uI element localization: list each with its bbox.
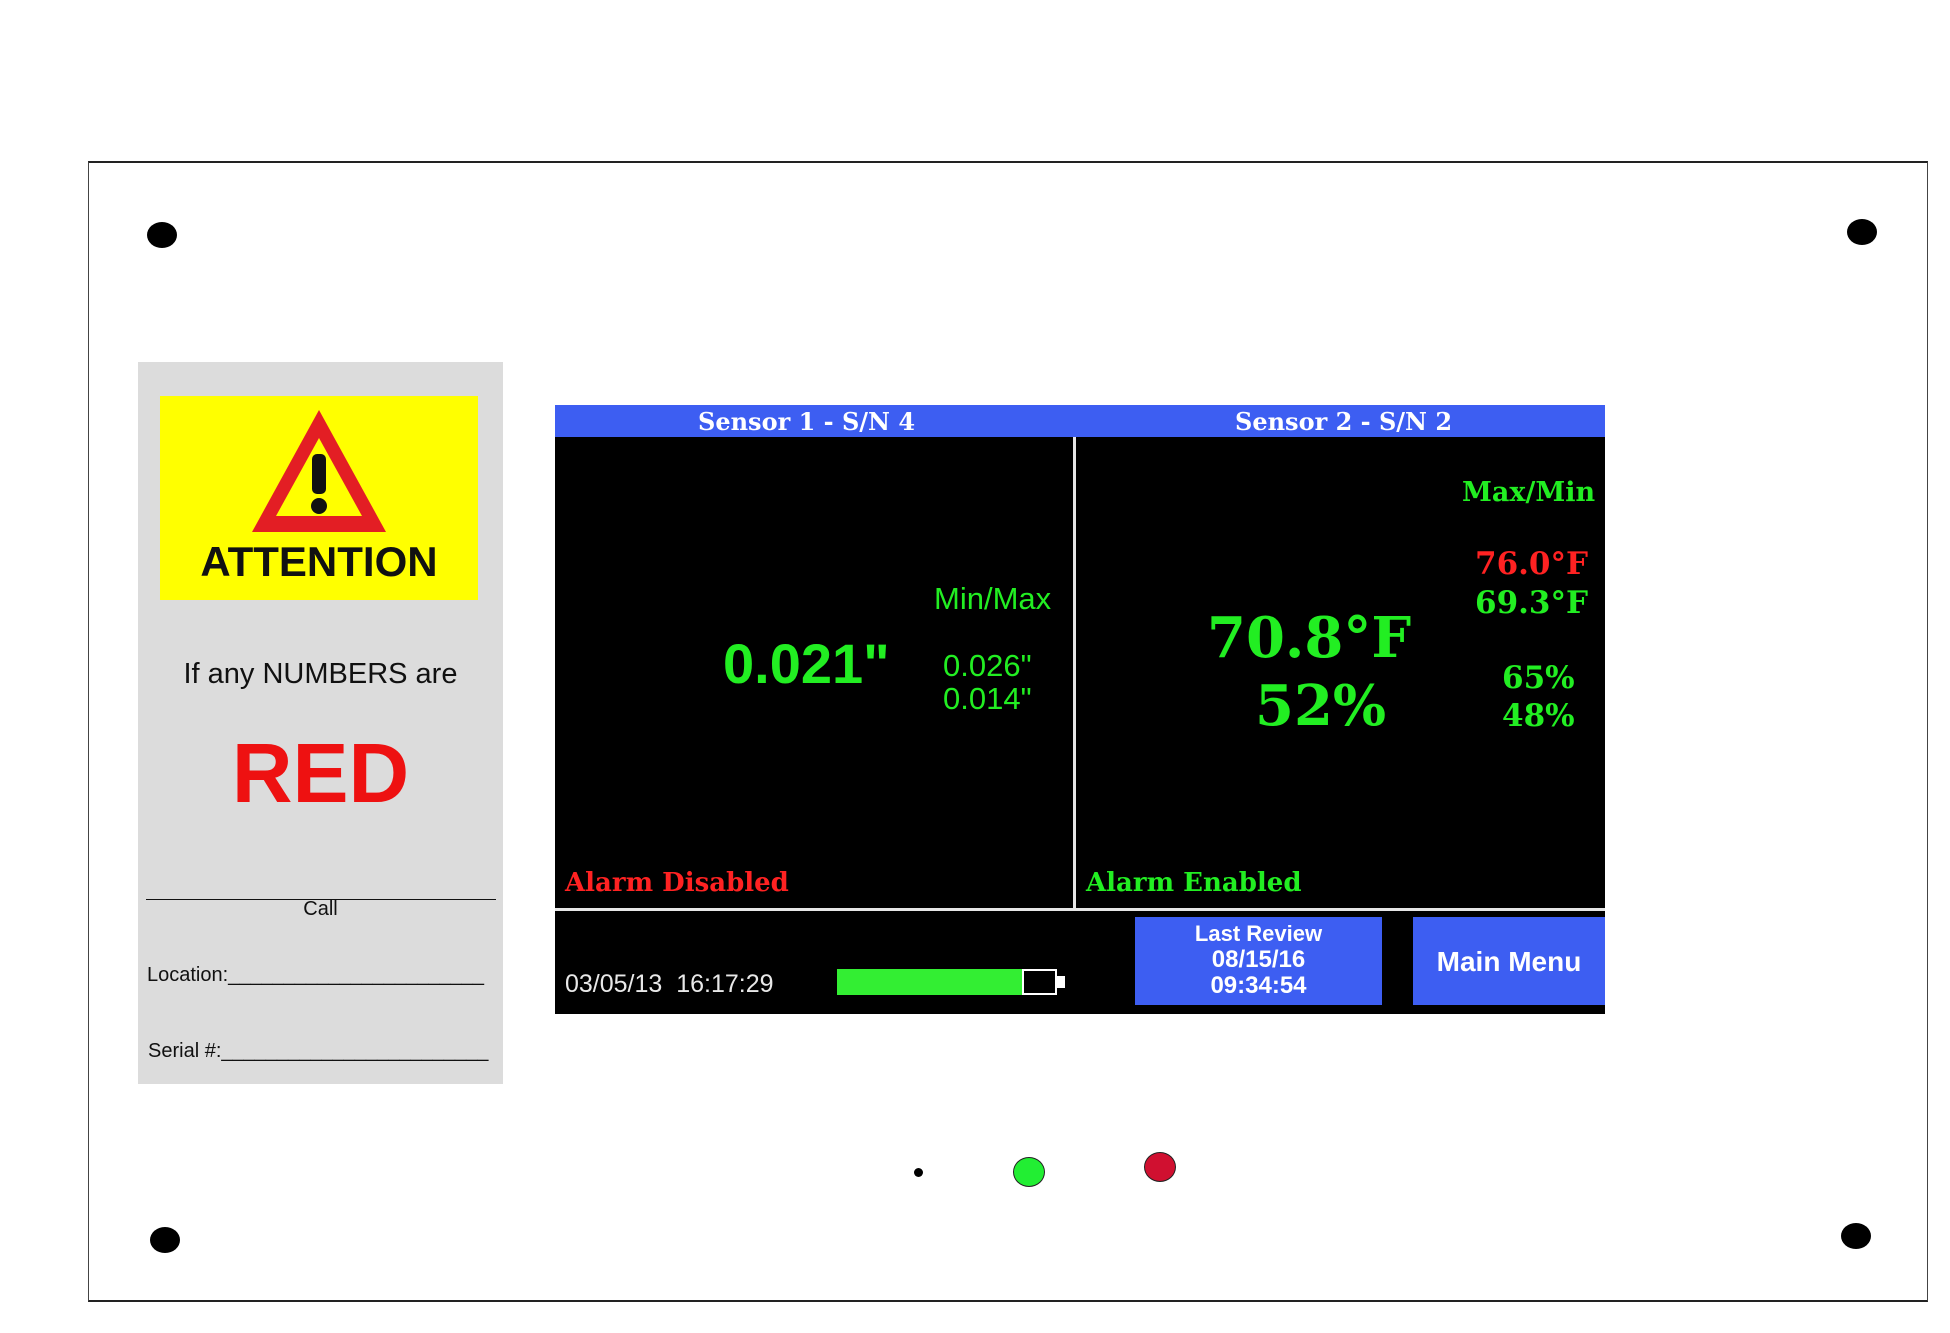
sensor1-alarm-status: Alarm Disabled bbox=[565, 868, 789, 898]
battery-empty-segment bbox=[1022, 969, 1057, 995]
last-review-date: 08/15/16 bbox=[1211, 946, 1306, 973]
sensor1-reading: 0.021" bbox=[723, 632, 890, 695]
warning-triangle-icon bbox=[252, 410, 386, 532]
sensor-divider bbox=[1073, 437, 1076, 910]
warning-label: ATTENTION bbox=[160, 396, 478, 600]
sensor1-min-value: 0.014" bbox=[943, 681, 1032, 716]
display-screen: Sensor 1 - S/N 4 Sensor 2 - S/N 2 Min/Ma… bbox=[555, 405, 1605, 1014]
sensor2-alarm-status: Alarm Enabled bbox=[1086, 868, 1302, 898]
sensor1-minmax-label: Min/Max bbox=[934, 581, 1052, 616]
sensor2-temp-max: 76.0°F bbox=[1475, 546, 1589, 582]
sensor2-humidity: 52% bbox=[1255, 673, 1387, 739]
green-status-led bbox=[1013, 1157, 1045, 1187]
sensor2-temp-min: 69.3°F bbox=[1475, 585, 1589, 621]
red-emphasis: RED bbox=[231, 726, 410, 820]
sensor2-temperature: 70.8°F bbox=[1207, 605, 1412, 671]
call-label: Call bbox=[303, 898, 338, 920]
attention-heading: ATTENTION bbox=[200, 538, 438, 585]
sensor2-maxmin-label: Max/Min bbox=[1462, 477, 1596, 508]
indicator-dot bbox=[914, 1168, 923, 1177]
sensor2-header: Sensor 2 - S/N 2 bbox=[1235, 407, 1453, 436]
mounting-hole-bottom-right bbox=[1841, 1223, 1871, 1249]
datetime-readout: 03/05/13 16:17:29 bbox=[565, 970, 774, 998]
mounting-hole-top-left bbox=[147, 222, 177, 248]
main-menu-button[interactable]: Main Menu bbox=[1413, 917, 1605, 1005]
location-field: Location:_______________________ bbox=[147, 964, 485, 986]
footer-divider bbox=[555, 908, 1605, 911]
sensor-header-bar: Sensor 1 - S/N 4 Sensor 2 - S/N 2 bbox=[555, 405, 1605, 437]
mounting-hole-bottom-left bbox=[150, 1227, 180, 1253]
sensor1-max-value: 0.026" bbox=[943, 648, 1032, 683]
main-menu-label: Main Menu bbox=[1436, 946, 1582, 977]
red-alarm-led bbox=[1144, 1152, 1176, 1182]
last-review-time: 09:34:54 bbox=[1210, 972, 1307, 999]
battery-fill bbox=[837, 969, 1024, 995]
last-review-button[interactable]: Last Review 08/15/16 09:34:54 bbox=[1135, 917, 1382, 1005]
battery-icon bbox=[837, 969, 1065, 995]
sensor1-header: Sensor 1 - S/N 4 bbox=[698, 407, 916, 436]
sensor2-humidity-min: 48% bbox=[1502, 698, 1575, 734]
mounting-hole-top-right bbox=[1847, 219, 1877, 245]
instruction-text: If any NUMBERS are bbox=[183, 658, 458, 690]
last-review-label: Last Review bbox=[1194, 921, 1323, 946]
attention-card: ATTENTION If any NUMBERS are RED Call Lo… bbox=[138, 362, 503, 1084]
sensor2-humidity-max: 65% bbox=[1502, 660, 1575, 696]
battery-terminal bbox=[1057, 976, 1065, 988]
serial-field: Serial #:________________________ bbox=[148, 1040, 489, 1062]
